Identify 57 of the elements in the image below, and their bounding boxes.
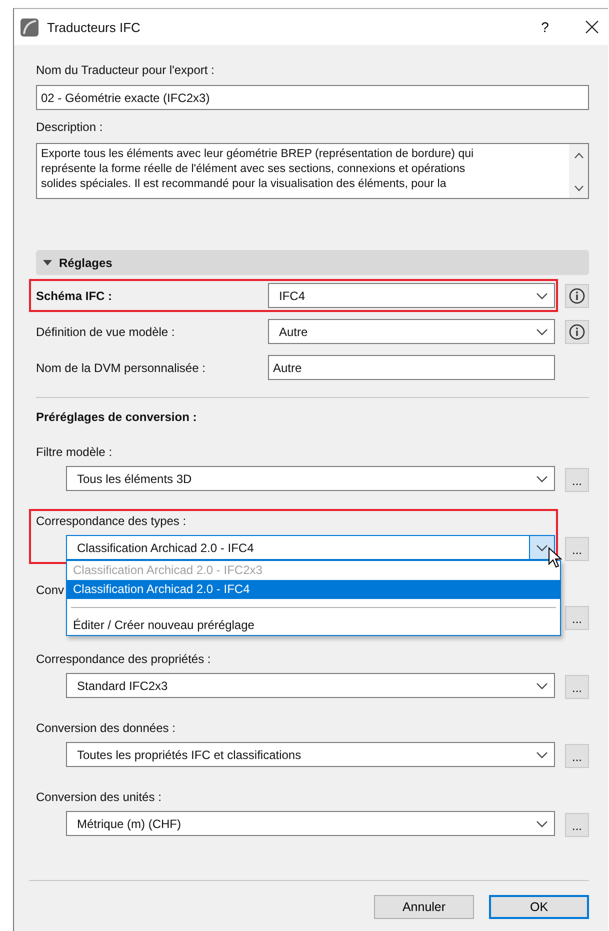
dropdown-field[interactable]: Standard IFC2x3 bbox=[66, 673, 555, 698]
dropdown-field[interactable]: Métrique (m) (CHF) bbox=[66, 811, 555, 836]
more-button[interactable]: ... bbox=[565, 468, 589, 492]
field-label: Conversion des données : bbox=[36, 720, 176, 736]
help-button[interactable]: ? bbox=[538, 19, 552, 35]
chevron-down-icon bbox=[536, 328, 548, 336]
scroll-up-icon bbox=[574, 152, 584, 159]
info-button[interactable] bbox=[565, 284, 589, 308]
field-label: Conv bbox=[36, 582, 64, 598]
info-icon bbox=[569, 324, 585, 340]
more-button[interactable]: ... bbox=[565, 813, 589, 837]
app-icon bbox=[20, 18, 39, 36]
field-label: Description : bbox=[36, 119, 104, 135]
chevron-down-icon bbox=[536, 474, 548, 482]
text-input-field[interactable]: Autre bbox=[268, 355, 555, 380]
description-text: Exporte tous les éléments avec leur géométrie BREP (représentation de bordure) qui bbox=[41, 147, 475, 162]
field-label: Définition de vue modèle : bbox=[36, 324, 176, 338]
more-button[interactable]: ... bbox=[565, 606, 589, 630]
dialog-button[interactable]: Annuler bbox=[374, 895, 474, 919]
chevron-down-icon bbox=[536, 820, 548, 828]
close-button[interactable] bbox=[584, 20, 600, 34]
more-button[interactable]: ... bbox=[565, 675, 589, 699]
dropdown-field[interactable]: Toutes les propriétés IFC et classifications bbox=[66, 742, 555, 767]
scrollbar[interactable] bbox=[569, 144, 588, 198]
dropdown-option[interactable]: Éditer / Créer nouveau préréglage bbox=[67, 616, 560, 635]
dropdown-field[interactable]: Autre bbox=[268, 319, 555, 344]
field-label: Correspondance des types : bbox=[36, 513, 186, 529]
description-text: représente la forme réelle de l'élément avec ses sections, connexions et opérations bbox=[41, 162, 466, 177]
dropdown-field[interactable]: IFC4 bbox=[268, 283, 555, 308]
window-title: Traducteurs IFC bbox=[47, 20, 142, 34]
field-label: Nom de la DVM personnalisée : bbox=[36, 360, 206, 374]
section-title: Préréglages de conversion : bbox=[36, 409, 198, 425]
field-label: Nom du Traducteur pour l'export : bbox=[36, 62, 216, 78]
chevron-down-icon bbox=[536, 544, 548, 552]
more-button[interactable]: ... bbox=[565, 537, 589, 561]
description-text: solides spéciales. Il est recommandé pour la visualisation des éléments, pour la bbox=[41, 177, 448, 192]
collapse-triangle-icon bbox=[43, 260, 52, 266]
dropdown-field[interactable]: Classification Archicad 2.0 - IFC4 bbox=[66, 535, 555, 560]
chevron-down-icon bbox=[536, 682, 548, 690]
dropdown-option[interactable]: Classification Archicad 2.0 - IFC4 bbox=[67, 580, 560, 599]
name-input-field[interactable]: 02 - Géométrie exacte (IFC2x3) bbox=[36, 85, 589, 110]
chevron-down-icon bbox=[536, 750, 548, 758]
field-label: Correspondance des propriétés : bbox=[36, 651, 211, 667]
scroll-down-icon bbox=[574, 185, 584, 192]
info-icon bbox=[569, 288, 585, 304]
close-icon bbox=[585, 20, 599, 34]
more-button[interactable]: ... bbox=[565, 744, 589, 768]
info-button[interactable] bbox=[565, 320, 589, 344]
field-label: Conversion des unités : bbox=[36, 789, 162, 805]
description-text-area[interactable] bbox=[36, 143, 589, 199]
field-label: Filtre modèle : bbox=[36, 444, 112, 460]
field-label: Schéma IFC : bbox=[36, 288, 114, 302]
chevron-down-icon bbox=[536, 292, 548, 300]
section-title: Réglages bbox=[59, 256, 112, 270]
dropdown-field[interactable]: Tous les éléments 3D bbox=[66, 466, 555, 491]
dialog-button[interactable]: OK bbox=[489, 895, 589, 919]
section-header[interactable]: Réglages bbox=[36, 250, 589, 275]
